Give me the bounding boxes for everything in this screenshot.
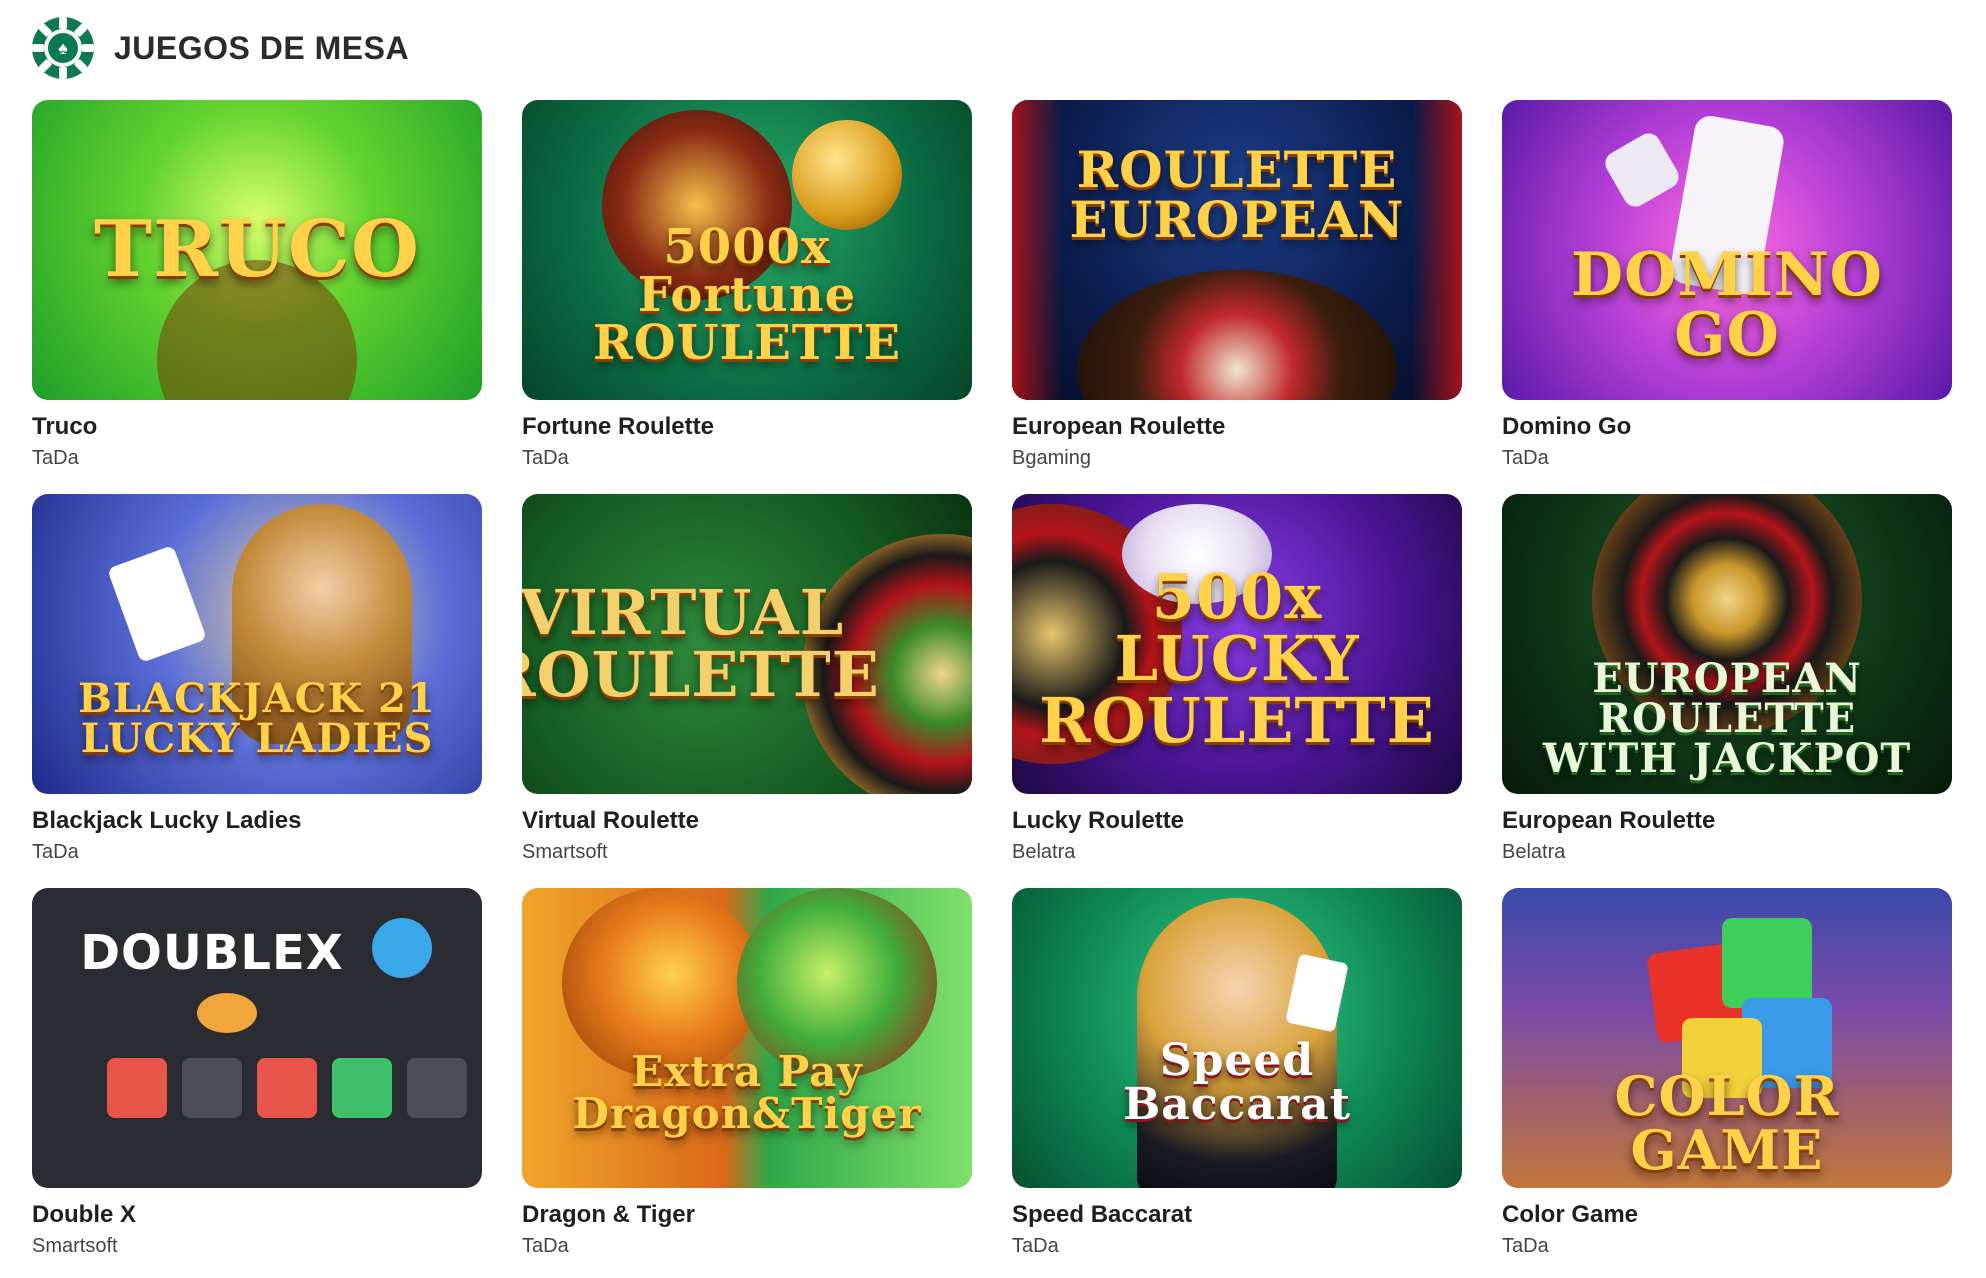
game-art-title: DOMINO GO: [1571, 240, 1883, 370]
game-thumbnail[interactable]: TRUCO: [32, 100, 482, 400]
game-art-title: DOUBLEX: [80, 925, 344, 981]
game-thumbnail[interactable]: EUROPEAN ROULETTE WITH JACKPOT: [1502, 494, 1952, 794]
game-art-title: 5000x Fortune ROULETTE: [592, 219, 902, 371]
game-provider: TaDa: [1502, 447, 1549, 469]
game-title[interactable]: European Roulette: [1012, 412, 1462, 442]
game-provider: Belatra: [1502, 841, 1566, 863]
game-title[interactable]: Truco: [32, 412, 482, 442]
game-title[interactable]: European Roulette: [1502, 806, 1952, 836]
game-art-title: Speed Baccarat: [1123, 1035, 1351, 1130]
game-provider: TaDa: [522, 1235, 569, 1257]
game-provider: Bgaming: [1012, 447, 1091, 469]
game-thumbnail[interactable]: BLACKJACK 21 LUCKY LADIES: [32, 494, 482, 794]
game-provider: Belatra: [1012, 841, 1076, 863]
game-thumbnail[interactable]: COLOR GAME: [1502, 888, 1952, 1188]
game-art-title: ROULETTE EUROPEAN: [1069, 140, 1405, 249]
game-thumbnail[interactable]: DOUBLEX: [32, 888, 482, 1188]
game-card-color-game[interactable]: COLOR GAME Color Game TaDa: [1502, 888, 1952, 1257]
game-title[interactable]: Virtual Roulette: [522, 806, 972, 836]
section-header: ♠ JUEGOS DE MESA: [32, 16, 409, 80]
game-thumbnail[interactable]: 500x LUCKY ROULETTE: [1012, 494, 1462, 794]
game-card-double-x[interactable]: DOUBLEX Double X Smartsoft: [32, 888, 482, 1257]
game-art-title: COLOR GAME: [1614, 1064, 1840, 1182]
game-title[interactable]: Fortune Roulette: [522, 412, 972, 442]
game-provider: Smartsoft: [522, 841, 608, 863]
section-title: JUEGOS DE MESA: [114, 29, 410, 66]
game-thumbnail[interactable]: Extra Pay Dragon&Tiger: [522, 888, 972, 1188]
game-thumbnail[interactable]: Speed Baccarat: [1012, 888, 1462, 1188]
poker-chip-icon: ♠: [32, 17, 94, 79]
game-card-truco[interactable]: TRUCO Truco TaDa: [32, 100, 482, 469]
game-provider: TaDa: [1502, 1235, 1549, 1257]
game-thumbnail[interactable]: ROULETTE EUROPEAN: [1012, 100, 1462, 400]
game-thumbnail[interactable]: DOMINO GO: [1502, 100, 1952, 400]
game-card-european-roulette-bgaming[interactable]: ROULETTE EUROPEAN European Roulette Bgam…: [1012, 100, 1462, 469]
game-title[interactable]: Double X: [32, 1200, 482, 1230]
game-card-lucky-roulette[interactable]: 500x LUCKY ROULETTE Lucky Roulette Belat…: [1012, 494, 1462, 863]
game-title[interactable]: Domino Go: [1502, 412, 1952, 442]
game-art-title: 500x LUCKY ROULETTE: [1039, 560, 1435, 757]
game-art-title: TRUCO: [94, 204, 420, 295]
game-art-title: EUROPEAN ROULETTE WITH JACKPOT: [1542, 655, 1912, 782]
game-thumbnail[interactable]: 5000x Fortune ROULETTE: [522, 100, 972, 400]
game-title[interactable]: Dragon & Tiger: [522, 1200, 972, 1230]
game-art-title: BLACKJACK 21 LUCKY LADIES: [78, 675, 436, 762]
game-card-speed-baccarat[interactable]: Speed Baccarat Speed Baccarat TaDa: [1012, 888, 1462, 1257]
game-title[interactable]: Lucky Roulette: [1012, 806, 1462, 836]
game-card-european-roulette-belatra[interactable]: EUROPEAN ROULETTE WITH JACKPOT European …: [1502, 494, 1952, 863]
game-art-title: Extra Pay Dragon&Tiger: [572, 1047, 922, 1138]
game-title[interactable]: Blackjack Lucky Ladies: [32, 806, 482, 836]
game-provider: TaDa: [522, 447, 569, 469]
games-grid: TRUCO Truco TaDa 5000x Fortune ROULETTE …: [32, 100, 1952, 1257]
game-title[interactable]: Speed Baccarat: [1012, 1200, 1462, 1230]
game-provider: TaDa: [1012, 1235, 1059, 1257]
game-card-blackjack-lucky-ladies[interactable]: BLACKJACK 21 LUCKY LADIES Blackjack Luck…: [32, 494, 482, 863]
game-title[interactable]: Color Game: [1502, 1200, 1952, 1230]
game-provider: TaDa: [32, 841, 79, 863]
game-card-dragon-tiger[interactable]: Extra Pay Dragon&Tiger Dragon & Tiger Ta…: [522, 888, 972, 1257]
game-provider: Smartsoft: [32, 1235, 118, 1257]
game-provider: TaDa: [32, 447, 79, 469]
spade-icon: ♠: [48, 33, 78, 63]
game-card-domino-go[interactable]: DOMINO GO Domino Go TaDa: [1502, 100, 1952, 469]
game-art-title: VIRTUAL ROULETTE: [522, 576, 880, 711]
game-card-fortune-roulette[interactable]: 5000x Fortune ROULETTE Fortune Roulette …: [522, 100, 972, 469]
game-card-virtual-roulette[interactable]: VIRTUAL ROULETTE Virtual Roulette Smarts…: [522, 494, 972, 863]
game-thumbnail[interactable]: VIRTUAL ROULETTE: [522, 494, 972, 794]
